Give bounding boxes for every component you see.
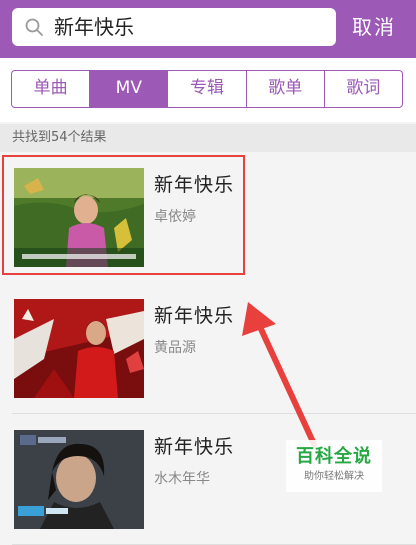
tab-playlist[interactable]: 歌单 bbox=[247, 71, 325, 107]
watermark-logo: 百科全说 助你轻松解决 bbox=[286, 440, 382, 492]
pointer-arrow bbox=[242, 302, 317, 447]
highlight-box bbox=[2, 155, 245, 275]
tab-single[interactable]: 单曲 bbox=[12, 71, 91, 107]
video-thumbnail[interactable] bbox=[14, 299, 144, 398]
result-artist: 水木年华 bbox=[154, 471, 210, 487]
list-item[interactable]: 新年快乐 黄品源 bbox=[0, 283, 416, 414]
header-bar: 新年快乐 取消 bbox=[0, 0, 416, 58]
cancel-button[interactable]: 取消 bbox=[352, 12, 396, 42]
search-query-text: 新年快乐 bbox=[54, 15, 134, 39]
search-icon bbox=[25, 18, 43, 36]
tab-mv[interactable]: MV bbox=[90, 71, 169, 107]
video-thumbnail[interactable] bbox=[14, 430, 144, 529]
search-input[interactable]: 新年快乐 bbox=[12, 8, 336, 46]
watermark-subtitle: 助你轻松解决 bbox=[304, 471, 364, 482]
result-count: 共找到54个结果 bbox=[0, 124, 416, 152]
result-title: 新年快乐 bbox=[154, 436, 235, 458]
tab-album[interactable]: 专辑 bbox=[168, 71, 247, 107]
tab-lyrics[interactable]: 歌词 bbox=[325, 71, 402, 107]
watermark-title: 百科全说 bbox=[296, 446, 372, 467]
category-tabs: 单曲 MV 专辑 歌单 歌词 bbox=[11, 70, 403, 108]
result-title: 新年快乐 bbox=[154, 305, 235, 327]
result-artist: 黄品源 bbox=[154, 340, 196, 356]
